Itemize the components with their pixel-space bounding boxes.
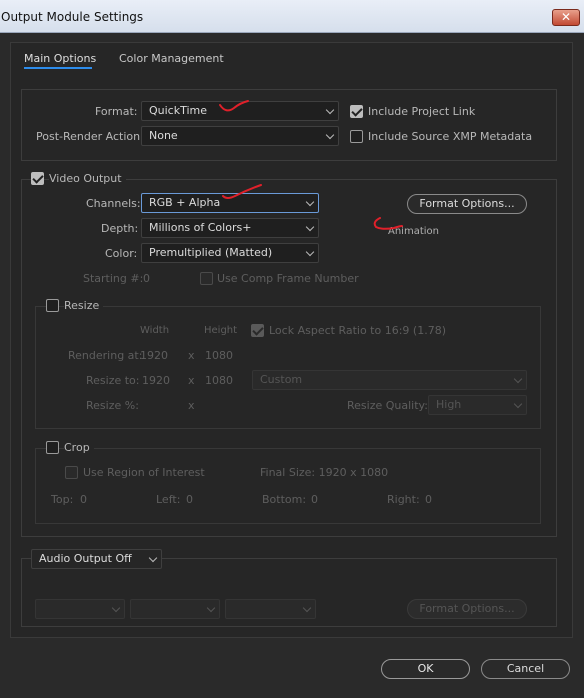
depth-label: Depth: [101, 222, 139, 235]
lock-aspect-label: Lock Aspect Ratio to 16:9 (1.78) [269, 324, 446, 337]
include-project-link-label: Include Project Link [368, 105, 476, 118]
title-bar: Output Module Settings ✕ [0, 0, 584, 33]
resize-to-label: Resize to: [86, 374, 140, 387]
include-xmp-checkbox[interactable] [350, 130, 363, 143]
audio-output-value: Audio Output Off [39, 552, 132, 565]
annotation-checkmark-channels [222, 184, 262, 199]
chevron-down-icon [305, 222, 315, 232]
final-size-label: Final Size: 1920 x 1080 [260, 466, 389, 479]
crop-right-value[interactable]: 0 [425, 493, 432, 506]
crop-checkbox[interactable] [46, 441, 59, 454]
cancel-button[interactable]: Cancel [481, 659, 570, 679]
crop-bottom-value[interactable]: 0 [311, 493, 318, 506]
video-output-checkbox[interactable] [31, 172, 44, 185]
width-header: Width [140, 325, 170, 336]
resize-label: Resize [64, 299, 104, 312]
chevron-down-icon [513, 399, 523, 409]
color-label: Color: [105, 247, 138, 260]
depth-value: Millions of Colors+ [149, 221, 252, 234]
crop-bottom-label: Bottom: [262, 493, 307, 506]
crop-top-label: Top: [51, 493, 74, 506]
tab-main-options[interactable]: Main Options [24, 52, 96, 65]
video-output-label: Video Output [49, 172, 126, 185]
active-tab-indicator [24, 67, 92, 69]
chevron-down-icon [302, 603, 312, 613]
resize-pct-x: x [188, 399, 195, 412]
audio-rate-dropdown[interactable] [35, 599, 125, 619]
starting-number-label: Starting #: [83, 272, 144, 285]
post-render-label: Post-Render Action: [36, 130, 144, 143]
rendering-height: 1080 [205, 349, 233, 362]
annotation-checkmark-format [219, 100, 249, 112]
depth-dropdown[interactable]: Millions of Colors+ [141, 218, 319, 238]
use-roi-label: Use Region of Interest [83, 466, 205, 479]
tab-color-management[interactable]: Color Management [119, 52, 224, 65]
resize-width-input[interactable]: 1920 [142, 374, 170, 387]
chevron-down-icon [111, 603, 121, 613]
crop-right-label: Right: [387, 493, 420, 506]
crop-top-value[interactable]: 0 [80, 493, 87, 506]
chevron-down-icon [325, 105, 335, 115]
format-value: QuickTime [149, 104, 208, 117]
color-value: Premultiplied (Matted) [149, 246, 273, 259]
post-render-value: None [149, 129, 178, 142]
audio-channels-dropdown[interactable] [225, 599, 316, 619]
channels-value: RGB + Alpha [149, 196, 221, 209]
rendering-x: x [188, 349, 195, 362]
crop-group [35, 448, 541, 524]
rendering-width: 1920 [140, 349, 168, 362]
use-roi-checkbox[interactable] [65, 466, 78, 479]
chevron-down-icon [513, 374, 523, 384]
use-comp-frame-checkbox[interactable] [200, 272, 213, 285]
use-comp-frame-label: Use Comp Frame Number [217, 272, 359, 285]
include-xmp-label: Include Source XMP Metadata [368, 130, 533, 143]
rendering-at-label: Rendering at: [68, 349, 143, 362]
audio-format-options-button[interactable]: Format Options... [407, 599, 527, 619]
audio-output-dropdown[interactable]: Audio Output Off [31, 549, 162, 569]
close-button[interactable]: ✕ [552, 9, 580, 26]
resize-quality-label: Resize Quality: [347, 399, 428, 412]
audio-depth-dropdown[interactable] [130, 599, 220, 619]
resize-quality-dropdown[interactable]: High [428, 395, 527, 415]
resize-pct-label: Resize %: [86, 399, 139, 412]
video-format-options-button[interactable]: Format Options... [407, 194, 527, 214]
chevron-down-icon [206, 603, 216, 613]
resize-checkbox[interactable] [46, 299, 59, 312]
chevron-down-icon [305, 247, 315, 257]
close-icon: ✕ [560, 10, 572, 24]
crop-label: Crop [64, 441, 94, 454]
crop-left-value[interactable]: 0 [186, 493, 193, 506]
lock-aspect-checkbox[interactable] [251, 324, 264, 337]
resize-height-input[interactable]: 1080 [205, 374, 233, 387]
format-label: Format: [95, 105, 138, 118]
annotation-checkmark-animation [373, 217, 403, 230]
channels-label: Channels: [86, 197, 141, 210]
height-header: Height [204, 325, 238, 336]
ok-button[interactable]: OK [381, 659, 470, 679]
window-title: Output Module Settings [1, 10, 144, 24]
chevron-down-icon [148, 553, 158, 563]
chevron-down-icon [325, 130, 335, 140]
starting-number-value[interactable]: 0 [143, 272, 150, 285]
resize-preset-dropdown[interactable]: Custom [252, 370, 527, 390]
include-project-link-checkbox[interactable] [350, 105, 363, 118]
resize-x: x [188, 374, 195, 387]
color-dropdown[interactable]: Premultiplied (Matted) [141, 243, 319, 263]
post-render-dropdown[interactable]: None [141, 126, 339, 146]
format-group [21, 89, 557, 161]
resize-quality-value: High [436, 398, 462, 411]
crop-left-label: Left: [156, 493, 181, 506]
resize-preset-value: Custom [260, 373, 303, 386]
chevron-down-icon [305, 197, 315, 207]
